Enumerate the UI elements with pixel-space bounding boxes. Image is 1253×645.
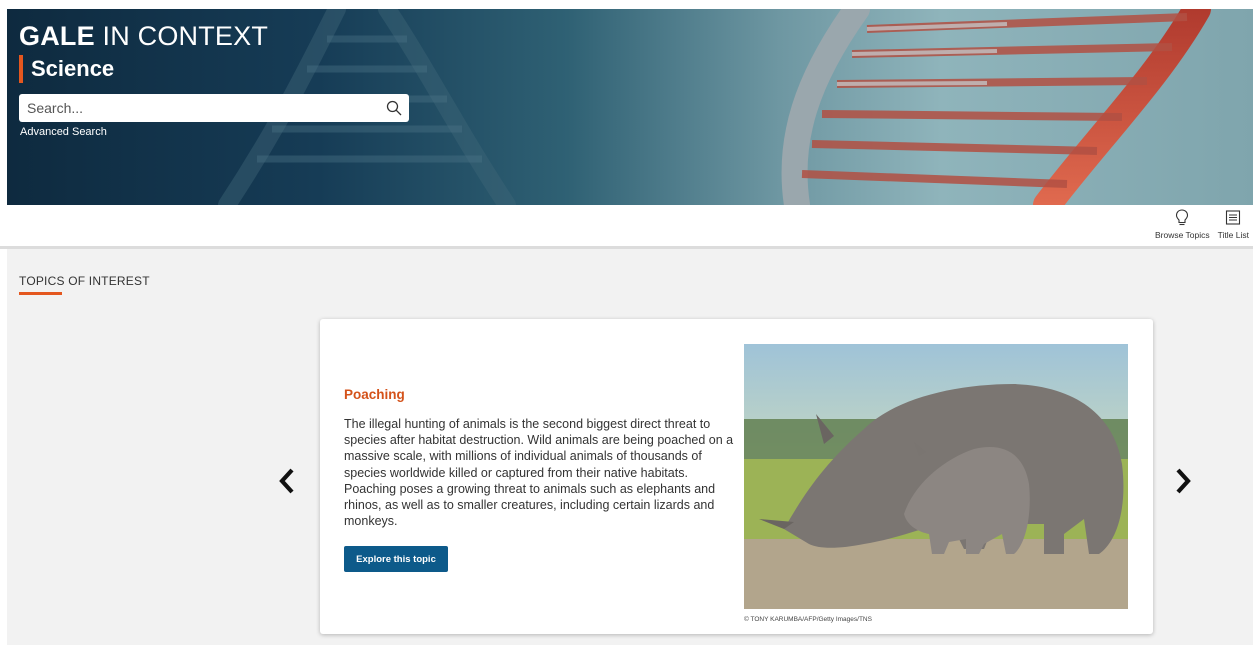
chevron-right-icon	[1176, 468, 1191, 494]
brand-light: IN CONTEXT	[94, 21, 269, 51]
topic-description: The illegal hunting of animals is the se…	[344, 417, 734, 529]
title-list-button[interactable]: Title List	[1218, 209, 1249, 240]
title-list-label: Title List	[1217, 230, 1249, 240]
list-icon	[1226, 210, 1241, 225]
topic-card: Poaching The illegal hunting of animals …	[320, 319, 1153, 634]
toolbar: Browse Topics Title List	[1155, 209, 1249, 240]
search-button[interactable]	[379, 94, 409, 122]
search-icon	[386, 100, 402, 116]
product-name[interactable]: Science	[19, 55, 114, 83]
search-bar	[19, 94, 409, 122]
header-banner: GALE IN CONTEXT Science Advanced Search	[7, 9, 1253, 205]
lightbulb-icon	[1176, 209, 1189, 226]
topic-image	[744, 344, 1128, 609]
browse-topics-button[interactable]: Browse Topics	[1155, 209, 1210, 240]
brand-title[interactable]: GALE IN CONTEXT	[19, 21, 268, 52]
browse-topics-label: Browse Topics	[1155, 230, 1210, 240]
topic-title[interactable]: Poaching	[344, 387, 405, 402]
search-input[interactable]	[19, 94, 379, 122]
section-title: TOPICS OF INTEREST	[19, 274, 150, 288]
carousel-next-button[interactable]	[1173, 467, 1193, 500]
explore-topic-button[interactable]: Explore this topic	[344, 546, 448, 572]
image-credit: © TONY KARUMBA/AFP/Getty Images/TNS	[744, 616, 872, 623]
main-content: TOPICS OF INTEREST Poaching The illegal …	[7, 249, 1253, 645]
chevron-left-icon	[279, 468, 294, 494]
advanced-search-link[interactable]: Advanced Search	[20, 126, 107, 138]
section-underline	[19, 292, 62, 295]
carousel-prev-button[interactable]	[277, 467, 297, 500]
brand-bold: GALE	[19, 21, 95, 51]
